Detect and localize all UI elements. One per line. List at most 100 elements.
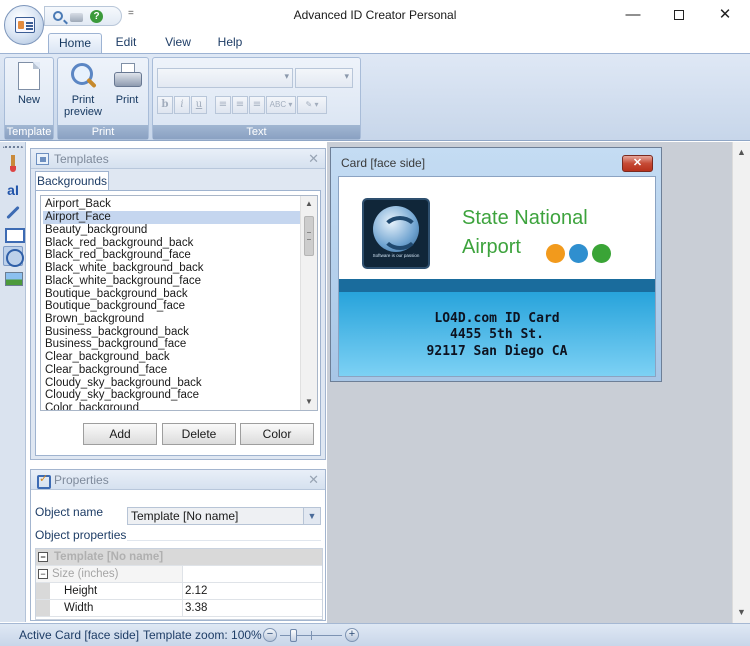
list-item-selected[interactable]: Airport_Face	[43, 211, 301, 224]
status-bar: Active Card [face side] Template zoom: 1…	[0, 623, 750, 646]
print-button[interactable]: Print	[108, 62, 146, 106]
properties-panel: Properties ✕ Object name Template [No na…	[30, 469, 326, 621]
property-row-height[interactable]: Height 2.12	[36, 583, 322, 600]
scroll-down-arrow-icon[interactable]: ▼	[301, 394, 317, 410]
delete-template-button[interactable]: Delete	[162, 423, 236, 445]
dropdown-arrow-icon[interactable]: ▼	[303, 508, 320, 524]
list-item[interactable]: Airport_Back	[43, 198, 301, 211]
scrollbar-thumb[interactable]	[304, 216, 314, 256]
list-item[interactable]: Cloudy_sky_background_face	[43, 389, 301, 402]
property-name: Height	[64, 585, 98, 597]
object-name-select[interactable]: Template [No name] ▼	[127, 507, 321, 525]
property-subcategory-label: Size (inches)	[52, 568, 119, 580]
templates-icon	[36, 153, 49, 165]
text-effects-dropdown[interactable]: ✎ ▾	[297, 96, 327, 114]
card-text-line-2[interactable]: 4455 5th St.	[339, 327, 655, 342]
card-window-close-button[interactable]: ✕	[622, 155, 653, 172]
list-item[interactable]: Color_background	[43, 402, 301, 410]
properties-icon	[36, 472, 51, 489]
list-item[interactable]: Business_background_face	[43, 338, 301, 351]
minimize-button[interactable]: —	[610, 0, 656, 30]
list-item[interactable]: Clear_background_face	[43, 364, 301, 377]
tab-backgrounds[interactable]: Backgrounds	[35, 171, 109, 191]
format-spacer	[208, 96, 214, 116]
scroll-up-arrow-icon[interactable]: ▲	[733, 144, 750, 161]
font-size-combo[interactable]	[295, 68, 353, 88]
card-text-line-1[interactable]: LO4D.com ID Card	[339, 311, 655, 326]
list-item[interactable]: Brown_background	[43, 313, 301, 326]
ellipse-tool-icon[interactable]	[3, 246, 24, 267]
list-item[interactable]: Boutique_background_face	[43, 300, 301, 313]
list-item[interactable]: Beauty_background	[43, 224, 301, 237]
ribbon: New Template Print preview Print Print b…	[0, 53, 750, 141]
row-indent	[36, 583, 50, 599]
scroll-down-arrow-icon[interactable]: ▼	[733, 604, 750, 621]
tab-home[interactable]: Home	[48, 33, 102, 53]
text-tool-icon[interactable]: aI	[3, 180, 23, 200]
tab-view[interactable]: View	[156, 33, 200, 53]
logo-tagline: Software is our passion	[372, 253, 420, 258]
card-face-window[interactable]: Card [face side] ✕ Software is our passi…	[330, 147, 662, 382]
property-category-row[interactable]: − Template [No name]	[36, 549, 322, 566]
font-name-combo[interactable]	[157, 68, 293, 88]
tab-edit[interactable]: Edit	[106, 33, 146, 53]
zoom-in-button[interactable]: +	[345, 628, 359, 642]
bold-button[interactable]: b	[157, 96, 173, 114]
application-menu-button[interactable]	[4, 5, 44, 45]
templates-panel: Templates ✕ Backgrounds Airport_Back Air…	[30, 148, 326, 460]
text-format-row: b i u ≡ ≡ ≡ ABC ▾ ✎ ▾	[157, 96, 327, 116]
tab-help[interactable]: Help	[208, 33, 252, 53]
toolbox-grip[interactable]	[3, 146, 23, 150]
line-tool-icon[interactable]	[3, 202, 23, 222]
ribbon-group-label-print: Print	[58, 125, 148, 139]
properties-panel-header: Properties ✕	[31, 470, 325, 490]
company-logo[interactable]: Software is our passion	[362, 198, 430, 269]
company-name-line-2[interactable]: Airport	[462, 236, 521, 259]
align-left-button[interactable]: ≡	[215, 96, 231, 114]
properties-panel-close-button[interactable]: ✕	[308, 472, 319, 488]
properties-panel-title: Properties	[54, 473, 109, 487]
spelling-dropdown[interactable]: ABC ▾	[266, 96, 296, 114]
zoom-slider-thumb[interactable]	[290, 629, 297, 642]
company-name-line-1[interactable]: State National	[462, 207, 588, 230]
scroll-up-arrow-icon[interactable]: ▲	[301, 196, 317, 212]
list-item[interactable]: Black_white_background_face	[43, 275, 301, 288]
list-item[interactable]: Black_white_background_back	[43, 262, 301, 275]
property-row-width[interactable]: Width 3.38	[36, 600, 322, 617]
property-subcategory-row[interactable]: − Size (inches)	[36, 566, 322, 583]
maximize-button[interactable]	[656, 0, 702, 30]
collapse-icon[interactable]: −	[38, 569, 48, 579]
title-bar: ? = Advanced ID Creator Personal — ✕	[0, 0, 750, 31]
add-template-button[interactable]: Add	[83, 423, 157, 445]
list-item[interactable]: Clear_background_back	[43, 351, 301, 364]
zoom-out-button[interactable]: −	[263, 628, 277, 642]
new-button[interactable]: New	[9, 62, 49, 106]
collapse-icon[interactable]: −	[38, 552, 48, 562]
property-value-height[interactable]: 2.12	[182, 583, 322, 599]
globe-arrows-icon	[373, 206, 419, 252]
canvas-vertical-scrollbar[interactable]: ▲ ▼	[732, 142, 750, 623]
rectangle-tool-icon[interactable]	[3, 224, 25, 244]
card-text-line-3[interactable]: 92117 San Diego CA	[339, 344, 655, 359]
paint-brush-icon[interactable]	[3, 154, 23, 174]
list-item[interactable]: Black_red_background_face	[43, 249, 301, 262]
templates-list-scrollbar[interactable]: ▲ ▼	[300, 196, 317, 410]
close-window-button[interactable]: ✕	[702, 0, 748, 30]
backgrounds-tab-body: Airport_Back Airport_Face Beauty_backgro…	[35, 190, 321, 456]
image-tool-icon[interactable]	[3, 268, 23, 288]
property-value-width[interactable]: 3.38	[182, 600, 322, 616]
align-center-button[interactable]: ≡	[232, 96, 248, 114]
align-right-button[interactable]: ≡	[249, 96, 265, 114]
ribbon-group-text: b i u ≡ ≡ ≡ ABC ▾ ✎ ▾ Text	[152, 57, 361, 140]
ribbon-group-label-text: Text	[153, 125, 360, 139]
ribbon-group-label-template: Template	[5, 125, 53, 139]
id-card-face[interactable]: Software is our passion State National A…	[338, 176, 656, 377]
color-button[interactable]: Color	[240, 423, 314, 445]
underline-button[interactable]: u	[191, 96, 207, 114]
object-properties-label: Object properties	[35, 528, 127, 542]
italic-button[interactable]: i	[174, 96, 190, 114]
print-preview-button[interactable]: Print preview	[61, 62, 105, 118]
drawing-toolbox: aI	[0, 142, 26, 622]
templates-list[interactable]: Airport_Back Airport_Face Beauty_backgro…	[40, 195, 318, 411]
templates-panel-close-button[interactable]: ✕	[308, 151, 319, 167]
